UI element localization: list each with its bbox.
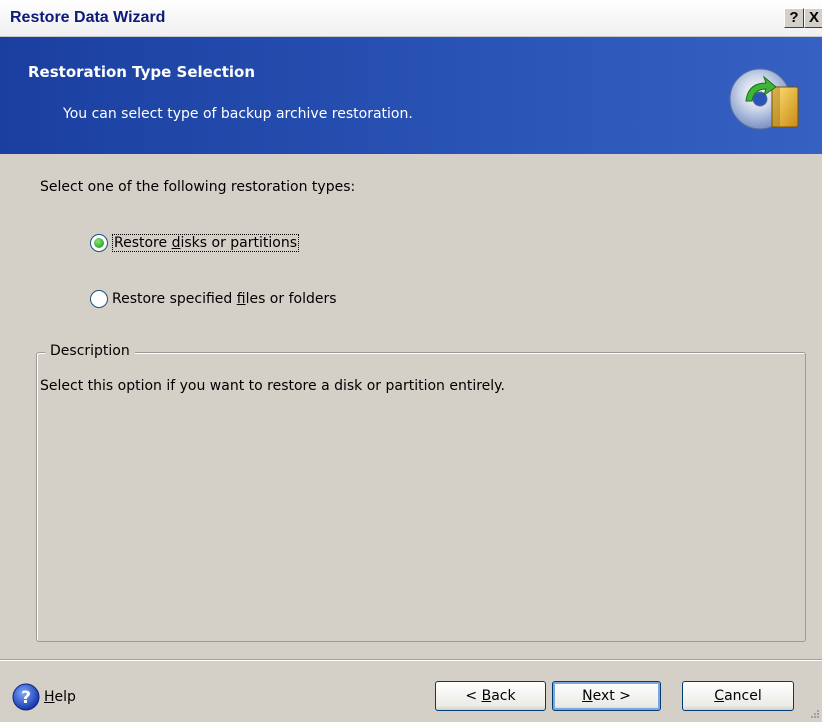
restoration-prompt: Select one of the following restoration … <box>40 179 356 195</box>
description-text: Select this option if you want to restor… <box>40 378 505 394</box>
option-restore-files-label[interactable]: Restore specified files or folders <box>112 291 337 307</box>
radio-selected[interactable] <box>90 234 108 252</box>
title-help-button[interactable]: ? <box>784 8 804 28</box>
help-question-icon[interactable]: ? <box>12 683 40 711</box>
title-bar: Restore Data Wizard ? X <box>0 0 822 37</box>
title-close-button[interactable]: X <box>804 8 822 28</box>
description-group <box>36 352 806 642</box>
header-title: Restoration Type Selection <box>28 63 256 81</box>
footer-separator <box>0 659 822 661</box>
wizard-header: Restoration Type Selection You can selec… <box>0 37 822 154</box>
option-restore-files[interactable]: Restore specified files or folders <box>90 287 337 311</box>
backup-disk-icon <box>729 68 799 130</box>
svg-text:?: ? <box>21 688 31 708</box>
back-button[interactable]: < Back <box>435 681 546 711</box>
header-subtitle: You can select type of backup archive re… <box>63 106 413 122</box>
cancel-button[interactable]: Cancel <box>682 681 794 711</box>
description-legend: Description <box>45 343 135 359</box>
option-restore-disks-label[interactable]: Restore disks or partitions <box>112 234 299 252</box>
option-restore-disks[interactable]: Restore disks or partitions <box>90 231 299 255</box>
resize-grip-icon[interactable] <box>808 708 820 720</box>
help-link[interactable]: Help <box>44 689 76 705</box>
radio-unselected[interactable] <box>90 290 108 308</box>
next-button[interactable]: Next > <box>552 681 661 711</box>
window-title: Restore Data Wizard <box>10 9 166 26</box>
